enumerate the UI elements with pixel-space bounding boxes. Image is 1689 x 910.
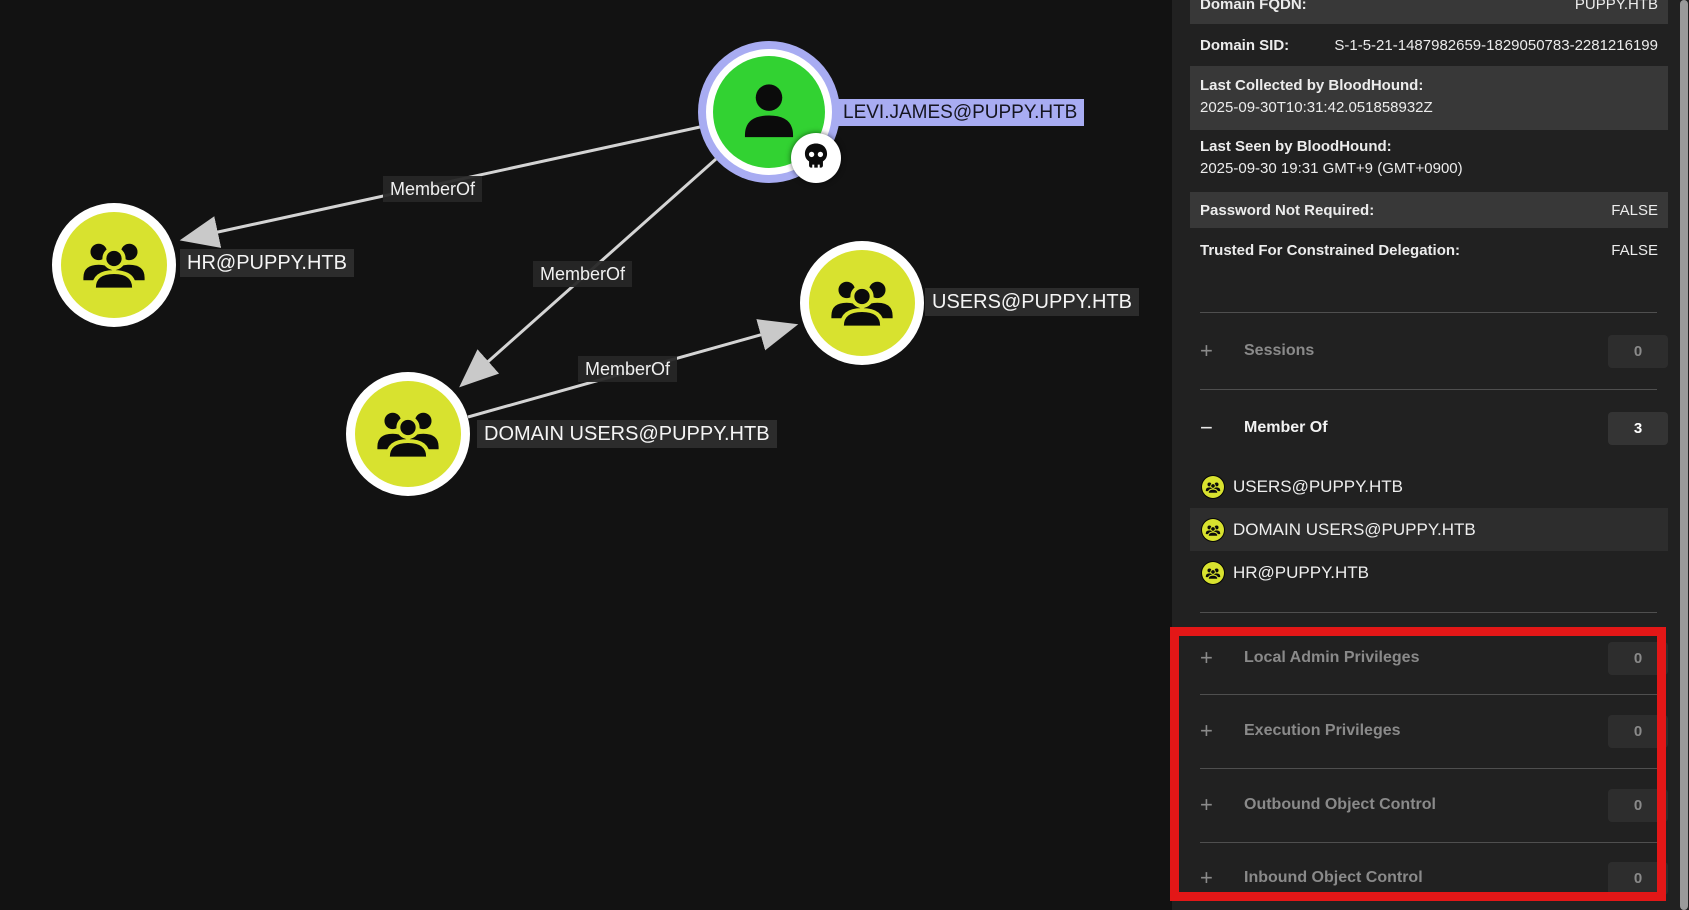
edge-label-memberof-1[interactable]: MemberOf: [383, 176, 482, 202]
attr-value: 2025-09-30 19:31 GMT+9 (GMT+0900): [1200, 158, 1658, 180]
owned-skull-badge: [791, 133, 841, 183]
member-of-item-users[interactable]: USERS@PUPPY.HTB: [1190, 465, 1668, 508]
divider: [1200, 842, 1657, 843]
user-icon: [732, 73, 806, 152]
section-label: Member Of: [1244, 419, 1328, 437]
divider: [1200, 612, 1657, 613]
attr-value: FALSE: [1611, 242, 1658, 259]
attr-value: 2025-09-30T10:31:42.051858932Z: [1200, 97, 1658, 119]
attr-row-domain-fqdn: Domain FQDN: PUPPY.HTB: [1190, 0, 1668, 24]
divider: [1200, 694, 1657, 695]
divider: [1200, 768, 1657, 769]
section-local-admin-privileges[interactable]: + Local Admin Privileges 0: [1190, 637, 1668, 679]
attr-value: FALSE: [1611, 202, 1658, 219]
edge-label-memberof-2[interactable]: MemberOf: [533, 261, 632, 287]
section-label: Execution Privileges: [1244, 722, 1401, 740]
attr-label: Password Not Required:: [1200, 202, 1374, 219]
attr-row-password-not-required: Password Not Required: FALSE: [1190, 192, 1668, 228]
section-count-badge: 0: [1608, 862, 1668, 895]
plus-icon[interactable]: +: [1200, 792, 1220, 818]
plus-icon[interactable]: +: [1200, 865, 1220, 891]
group-icon: [374, 398, 442, 471]
group-icon: [1202, 562, 1224, 584]
section-sessions[interactable]: + Sessions 0: [1190, 330, 1668, 372]
member-of-item-hr[interactable]: HR@PUPPY.HTB: [1190, 551, 1668, 594]
entity-info-panel: Domain FQDN: PUPPY.HTB Domain SID: S-1-5…: [1172, 0, 1689, 910]
attr-row-trusted-delegation: Trusted For Constrained Delegation: FALS…: [1190, 232, 1668, 268]
divider: [1200, 312, 1657, 313]
node-label-users[interactable]: USERS@PUPPY.HTB: [925, 288, 1139, 316]
section-count-badge: 0: [1608, 715, 1668, 748]
member-of-item-domain-users[interactable]: DOMAIN USERS@PUPPY.HTB: [1190, 508, 1668, 551]
graph-edges: [0, 0, 1172, 910]
group-icon: [1202, 519, 1224, 541]
panel-scrollbar[interactable]: [1680, 0, 1688, 910]
member-item-label: DOMAIN USERS@PUPPY.HTB: [1233, 520, 1476, 540]
plus-icon[interactable]: +: [1200, 338, 1220, 364]
skull-icon: [800, 140, 832, 177]
attr-row-last-seen: Last Seen by BloodHound: 2025-09-30 19:3…: [1190, 132, 1668, 190]
attr-row-last-collected: Last Collected by BloodHound: 2025-09-30…: [1190, 66, 1668, 130]
section-label: Sessions: [1244, 342, 1314, 360]
section-count-badge: 0: [1608, 335, 1668, 368]
edge-label-memberof-3[interactable]: MemberOf: [578, 356, 677, 382]
plus-icon[interactable]: +: [1200, 645, 1220, 671]
minus-icon[interactable]: −: [1200, 415, 1220, 441]
member-item-label: HR@PUPPY.HTB: [1233, 563, 1369, 583]
plus-icon[interactable]: +: [1200, 718, 1220, 744]
section-inbound-object-control[interactable]: + Inbound Object Control 0: [1190, 857, 1668, 899]
attr-label: Domain SID:: [1200, 37, 1289, 54]
section-count-badge: 0: [1608, 642, 1668, 675]
attr-label: Domain FQDN:: [1200, 0, 1307, 13]
attr-label: Trusted For Constrained Delegation:: [1200, 242, 1460, 259]
graph-canvas[interactable]: MemberOf MemberOf MemberOf: [0, 0, 1172, 910]
section-execution-privileges[interactable]: + Execution Privileges 0: [1190, 710, 1668, 752]
attr-value: PUPPY.HTB: [1575, 0, 1658, 13]
group-icon: [828, 267, 896, 340]
node-group-users[interactable]: [800, 241, 924, 365]
node-label-hr[interactable]: HR@PUPPY.HTB: [180, 249, 354, 277]
node-label-domain-users[interactable]: DOMAIN USERS@PUPPY.HTB: [477, 420, 777, 448]
bloodhound-app: MemberOf MemberOf MemberOf: [0, 0, 1689, 910]
section-outbound-object-control[interactable]: + Outbound Object Control 0: [1190, 784, 1668, 826]
attr-label: Last Seen by BloodHound:: [1200, 136, 1658, 158]
attr-value: S-1-5-21-1487982659-1829050783-228121619…: [1334, 37, 1658, 54]
node-group-hr[interactable]: [52, 203, 176, 327]
section-member-of[interactable]: − Member Of 3: [1190, 407, 1668, 449]
section-label: Inbound Object Control: [1244, 869, 1423, 887]
section-count-badge: 0: [1608, 789, 1668, 822]
attr-label: Last Collected by BloodHound:: [1200, 75, 1658, 97]
group-icon: [80, 229, 148, 302]
attr-row-domain-sid: Domain SID: S-1-5-21-1487982659-18290507…: [1190, 24, 1668, 66]
node-label-levi-james[interactable]: LEVI.JAMES@PUPPY.HTB: [836, 99, 1084, 126]
node-group-domain-users[interactable]: [346, 372, 470, 496]
group-icon: [1202, 476, 1224, 498]
section-label: Local Admin Privileges: [1244, 649, 1419, 667]
divider: [1200, 389, 1657, 390]
section-label: Outbound Object Control: [1244, 796, 1436, 814]
member-item-label: USERS@PUPPY.HTB: [1233, 477, 1403, 497]
section-count-badge: 3: [1608, 412, 1668, 445]
